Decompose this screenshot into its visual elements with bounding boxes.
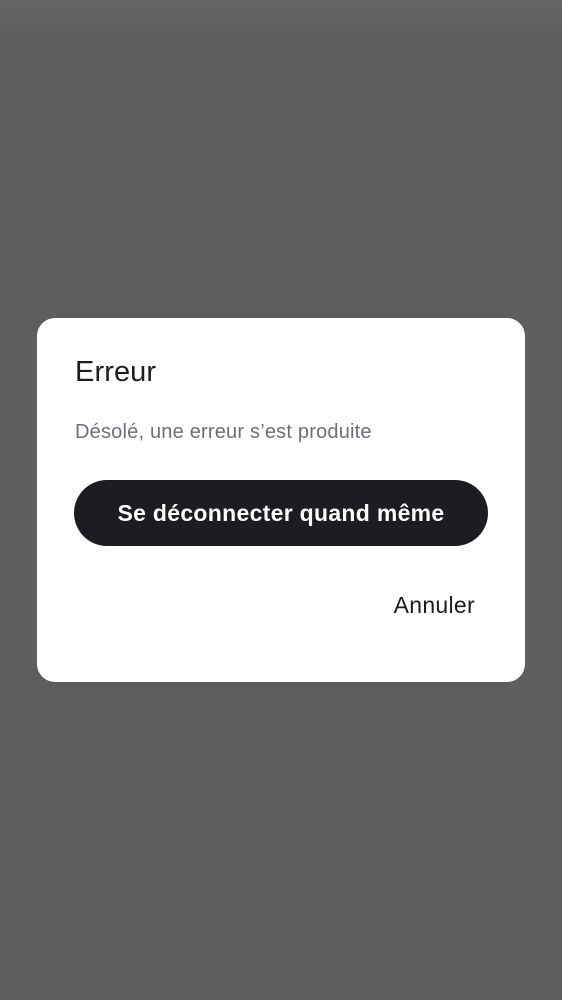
cancel-button[interactable]: Annuler [392,588,477,623]
status-bar-area [0,0,562,40]
logout-anyway-button[interactable]: Se déconnecter quand même [74,480,488,546]
dialog-message: Désolé, une erreur s’est produite [75,421,372,443]
error-dialog: Erreur Désolé, une erreur s’est produite… [37,318,525,682]
dialog-title: Erreur [75,356,157,388]
